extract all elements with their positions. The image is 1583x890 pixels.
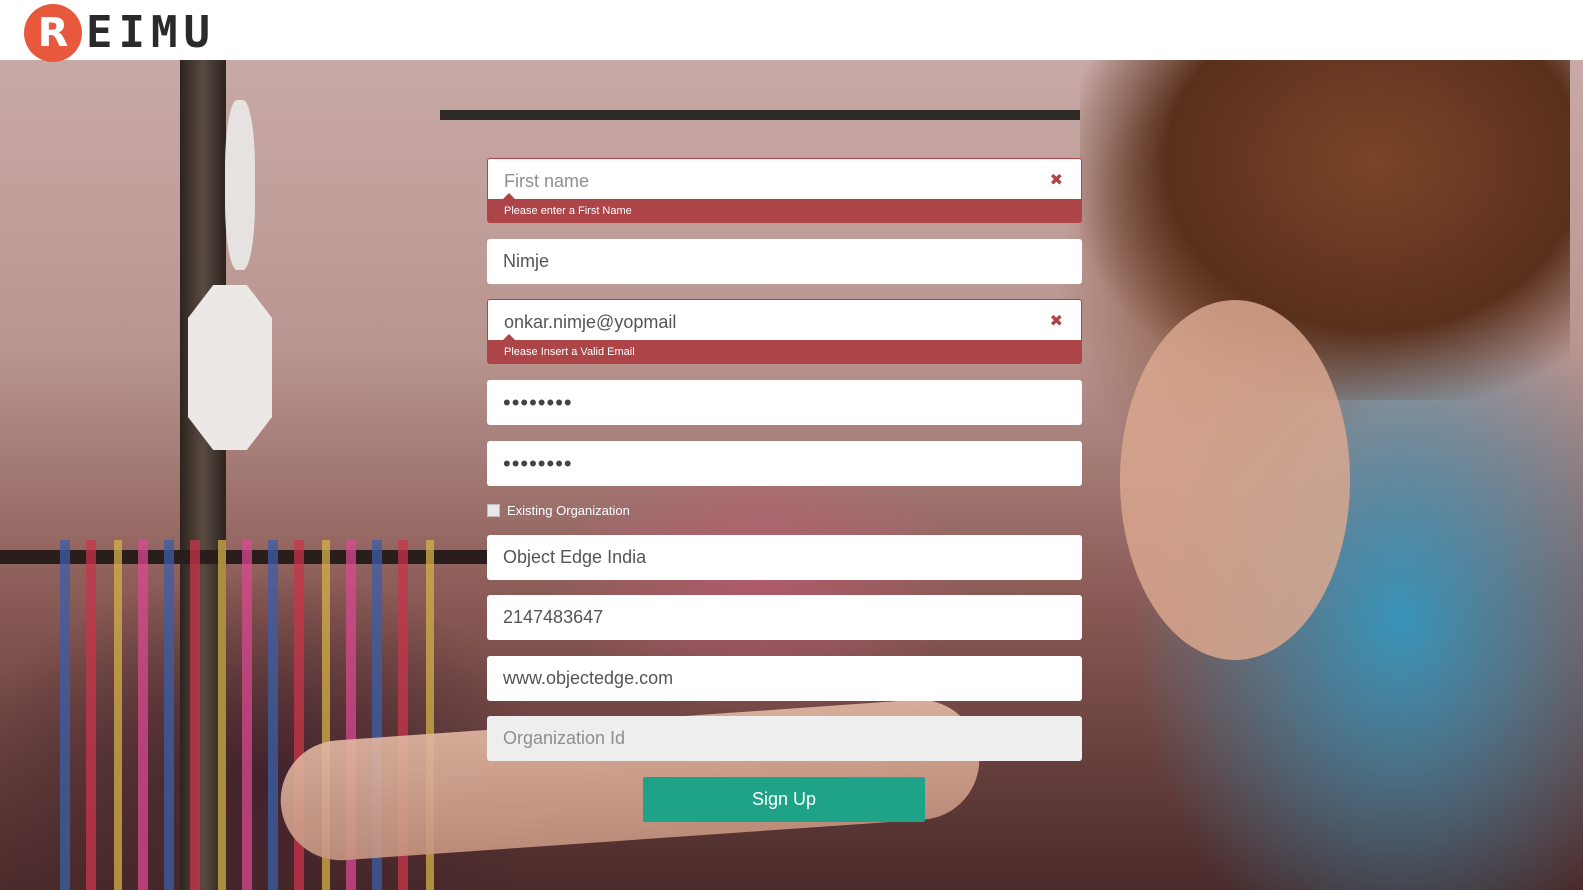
logo-badge-icon: R xyxy=(24,4,82,62)
photo-hair xyxy=(1080,60,1570,400)
reimu-logo[interactable]: R EIMU xyxy=(24,4,216,62)
photo-tag-top xyxy=(225,100,255,270)
first-name-field: ✖ xyxy=(487,158,1082,203)
first-name-error-icon[interactable]: ✖ xyxy=(1050,170,1063,189)
organization-input[interactable] xyxy=(487,535,1082,580)
photo-price-tag xyxy=(188,285,272,450)
password-field xyxy=(487,380,1082,425)
sign-up-button[interactable]: Sign Up xyxy=(643,777,925,822)
password-input[interactable] xyxy=(487,380,1082,425)
website-input[interactable] xyxy=(487,656,1082,701)
existing-organization-label: Existing Organization xyxy=(507,503,630,518)
logo-wordmark: EIMU xyxy=(86,7,216,58)
organization-id-field xyxy=(487,716,1082,761)
organization-field xyxy=(487,535,1082,580)
organization-id-input[interactable] xyxy=(487,716,1082,761)
email-error-message: Please Insert a Valid Email xyxy=(487,334,1082,364)
website-field xyxy=(487,656,1082,701)
photo-rack xyxy=(440,110,1080,120)
first-name-error-message: Please enter a First Name xyxy=(487,193,1082,223)
email-error-icon[interactable]: ✖ xyxy=(1050,311,1063,330)
existing-organization-toggle[interactable]: Existing Organization xyxy=(487,503,630,518)
phone-field xyxy=(487,595,1082,640)
email-field: ✖ xyxy=(487,299,1082,344)
last-name-field xyxy=(487,239,1082,284)
existing-organization-checkbox[interactable] xyxy=(487,504,500,517)
phone-input[interactable] xyxy=(487,595,1082,640)
last-name-input[interactable] xyxy=(487,239,1082,284)
top-header: R EIMU xyxy=(0,0,1583,62)
confirm-password-field xyxy=(487,441,1082,486)
first-name-input[interactable] xyxy=(488,159,1081,203)
email-input[interactable] xyxy=(488,300,1081,344)
photo-shoulder xyxy=(1120,300,1350,660)
confirm-password-input[interactable] xyxy=(487,441,1082,486)
